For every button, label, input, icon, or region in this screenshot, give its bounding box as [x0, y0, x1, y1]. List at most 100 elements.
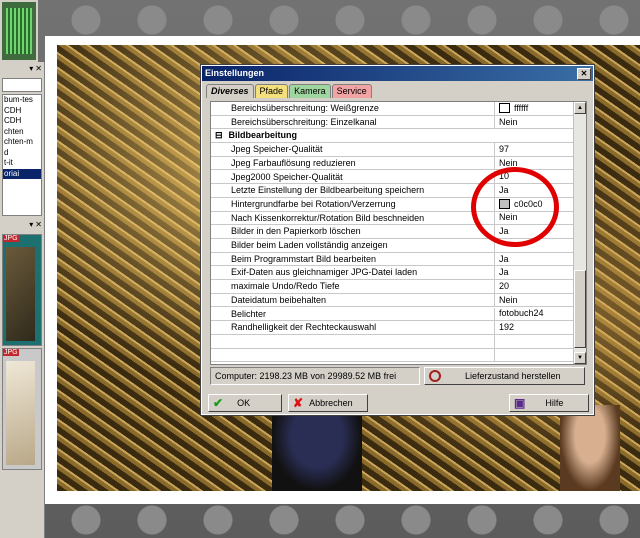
setting-value[interactable]: c0c0c0	[495, 198, 573, 211]
setting-label: Letzte Einstellung der Bildbearbeitung s…	[211, 184, 495, 197]
setting-row[interactable]: Bereichsüberschreitung: Weißgrenze ffffff	[211, 102, 573, 116]
pin-icon[interactable]: ✕	[35, 64, 42, 76]
collapse-toggle-icon[interactable]: ⊟	[215, 130, 223, 140]
setting-value-text: Ja	[499, 185, 509, 196]
color-swatch[interactable]	[499, 199, 510, 210]
setting-value[interactable]: 20	[495, 280, 573, 293]
setting-row[interactable]	[211, 348, 573, 363]
section-title: Bildbearbeitung	[228, 130, 298, 141]
setting-value[interactable]: Nein	[495, 212, 573, 225]
reset-label: Lieferzustand herstellen	[465, 371, 561, 381]
pin-icon[interactable]: ▾	[29, 64, 33, 76]
checkmark-icon: ✔	[213, 396, 224, 410]
setting-row[interactable]: Belichter fotobuch24	[211, 307, 573, 322]
setting-label: Bilder beim Laden vollständig anzeigen	[211, 239, 495, 252]
folder-list-item[interactable]: CDH	[3, 106, 41, 117]
folder-list-item[interactable]: CDH	[3, 116, 41, 127]
setting-value[interactable]: Nein	[495, 116, 573, 129]
setting-label: Hintergrundfarbe bei Rotation/Verzerrung	[211, 197, 495, 211]
setting-row[interactable]: Jpeg Speicher-Qualität 97	[211, 143, 573, 157]
setting-label: maximale Undo/Redo Tiefe	[211, 280, 495, 293]
settings-grid: Randhelligkeit der Rechteckauswahl 192 Bel…	[210, 101, 587, 365]
setting-label: Bereichsüberschreitung: Weißgrenze	[211, 102, 495, 115]
setting-label: Bereichsüberschreitung: Einzelkanal	[211, 115, 495, 129]
thumbnail-item[interactable]: JPG	[2, 234, 42, 346]
help-book-icon: ▣	[514, 396, 526, 410]
setting-value-text: 20	[499, 280, 510, 291]
reset-defaults-button[interactable]: Lieferzustand herstellen	[424, 367, 585, 385]
folder-list[interactable]: bum-tes CDH CDH chten chten-m d t-it oriai	[2, 94, 42, 216]
setting-value[interactable]: Ja	[495, 266, 573, 279]
setting-value[interactable]: 10	[495, 171, 573, 184]
setting-label: Jpeg2000 Speicher-Qualität	[211, 170, 495, 184]
close-button[interactable]: ✕	[577, 68, 591, 80]
scroll-thumb[interactable]	[574, 270, 586, 348]
setting-label: Belichter	[211, 307, 495, 321]
setting-row[interactable]: maximale Undo/Redo Tiefe 20	[211, 280, 573, 294]
tab-diverses[interactable]: Diverses	[206, 84, 254, 98]
setting-value[interactable]: Ja	[495, 184, 573, 197]
status-area: Computer: 2198.23 MB von 29989.52 MB fre…	[210, 367, 585, 385]
cancel-label: Abbrechen	[309, 398, 353, 408]
folder-list-item[interactable]: d	[3, 148, 41, 159]
disk-space-status: Computer: 2198.23 MB von 29989.52 MB fre…	[210, 367, 420, 385]
setting-value-text: c0c0c0	[514, 198, 543, 209]
setting-value-text: 192	[499, 322, 515, 333]
setting-row[interactable]: Letzte Einstellung der Bildbearbeitung s…	[211, 184, 573, 198]
folder-list-item[interactable]: chten	[3, 127, 41, 138]
setting-value[interactable]: 97	[495, 143, 573, 156]
setting-row[interactable]: Bilder in den Papierkorb löschen Ja	[211, 225, 573, 239]
help-button[interactable]: ▣ Hilfe	[509, 394, 589, 412]
cancel-button[interactable]: ✘ Abbrechen	[288, 394, 368, 412]
setting-row[interactable]: Exif-Daten aus gleichnamiger JPG-Datei l…	[211, 266, 573, 281]
setting-row[interactable]: Bereichsüberschreitung: Einzelkanal Nein	[211, 115, 573, 130]
setting-value[interactable]	[495, 239, 573, 252]
ok-button[interactable]: ✔ OK	[208, 394, 282, 412]
setting-value[interactable]: Nein	[495, 294, 573, 307]
section-header-row[interactable]: ⊟ Bildbearbeitung	[211, 129, 573, 144]
folder-list-item[interactable]: bum-tes	[3, 95, 41, 106]
setting-value[interactable]: 192	[495, 321, 573, 334]
setting-row[interactable]: Bilder beim Laden vollständig anzeigen	[211, 239, 573, 253]
setting-value-text: Nein	[499, 157, 518, 168]
setting-label	[211, 348, 495, 362]
setting-value[interactable]: Nein	[495, 157, 573, 170]
pin-icon[interactable]: ▾	[29, 220, 33, 232]
setting-value[interactable]: ffffff	[495, 102, 573, 115]
thumbnail-item[interactable]: JPG	[2, 348, 42, 470]
folder-select[interactable]	[2, 78, 42, 92]
setting-value-text: 10	[499, 171, 510, 182]
setting-label: Dateidatum beibehalten	[211, 293, 495, 307]
setting-row[interactable]: Randhelligkeit der Rechteckauswahl 192	[211, 321, 573, 335]
folder-list-item[interactable]: oriai	[3, 168, 41, 179]
setting-row[interactable]: Jpeg Farbauflösung reduzieren Nein	[211, 156, 573, 171]
setting-value[interactable]: fotobuch24	[495, 308, 573, 321]
setting-value[interactable]: Ja	[495, 225, 573, 238]
tab-bar: Diverses Pfade Kamera Service	[202, 81, 593, 98]
tab-kamera[interactable]: Kamera	[289, 84, 331, 98]
folder-list-item[interactable]: chten-m	[3, 137, 41, 148]
setting-row[interactable]	[211, 334, 573, 349]
setting-row[interactable]: Jpeg2000 Speicher-Qualität 10	[211, 170, 573, 185]
setting-value-text: Ja	[499, 253, 509, 264]
folder-list-item[interactable]: t-it	[3, 158, 41, 169]
setting-value-text: Ja	[499, 226, 509, 237]
vertical-scrollbar[interactable]: ▲ ▼	[573, 102, 586, 364]
setting-row[interactable]: Dateidatum beibehalten Nein	[211, 293, 573, 308]
setting-value[interactable]	[495, 335, 573, 348]
dialog-titlebar[interactable]: Einstellungen ✕	[202, 66, 593, 81]
setting-label: Jpeg Speicher-Qualität	[211, 143, 495, 156]
setting-row[interactable]: Hintergrundfarbe bei Rotation/Verzerrung…	[211, 197, 573, 212]
color-swatch[interactable]	[499, 103, 510, 114]
scroll-down-icon[interactable]: ▼	[574, 352, 586, 364]
setting-row[interactable]: Nach Kissenkorrektur/Rotation Bild besch…	[211, 211, 573, 226]
setting-value[interactable]: Ja	[495, 253, 573, 266]
setting-value[interactable]	[495, 349, 573, 362]
setting-label: Beim Programmstart Bild bearbeiten	[211, 252, 495, 266]
tab-pfade[interactable]: Pfade	[254, 84, 289, 98]
scroll-up-icon[interactable]: ▲	[574, 102, 586, 114]
tab-service[interactable]: Service	[331, 84, 372, 98]
close-icon[interactable]: ✕	[35, 220, 42, 232]
setting-row[interactable]: Beim Programmstart Bild bearbeiten Ja	[211, 252, 573, 267]
thumbnail-image	[6, 361, 35, 465]
